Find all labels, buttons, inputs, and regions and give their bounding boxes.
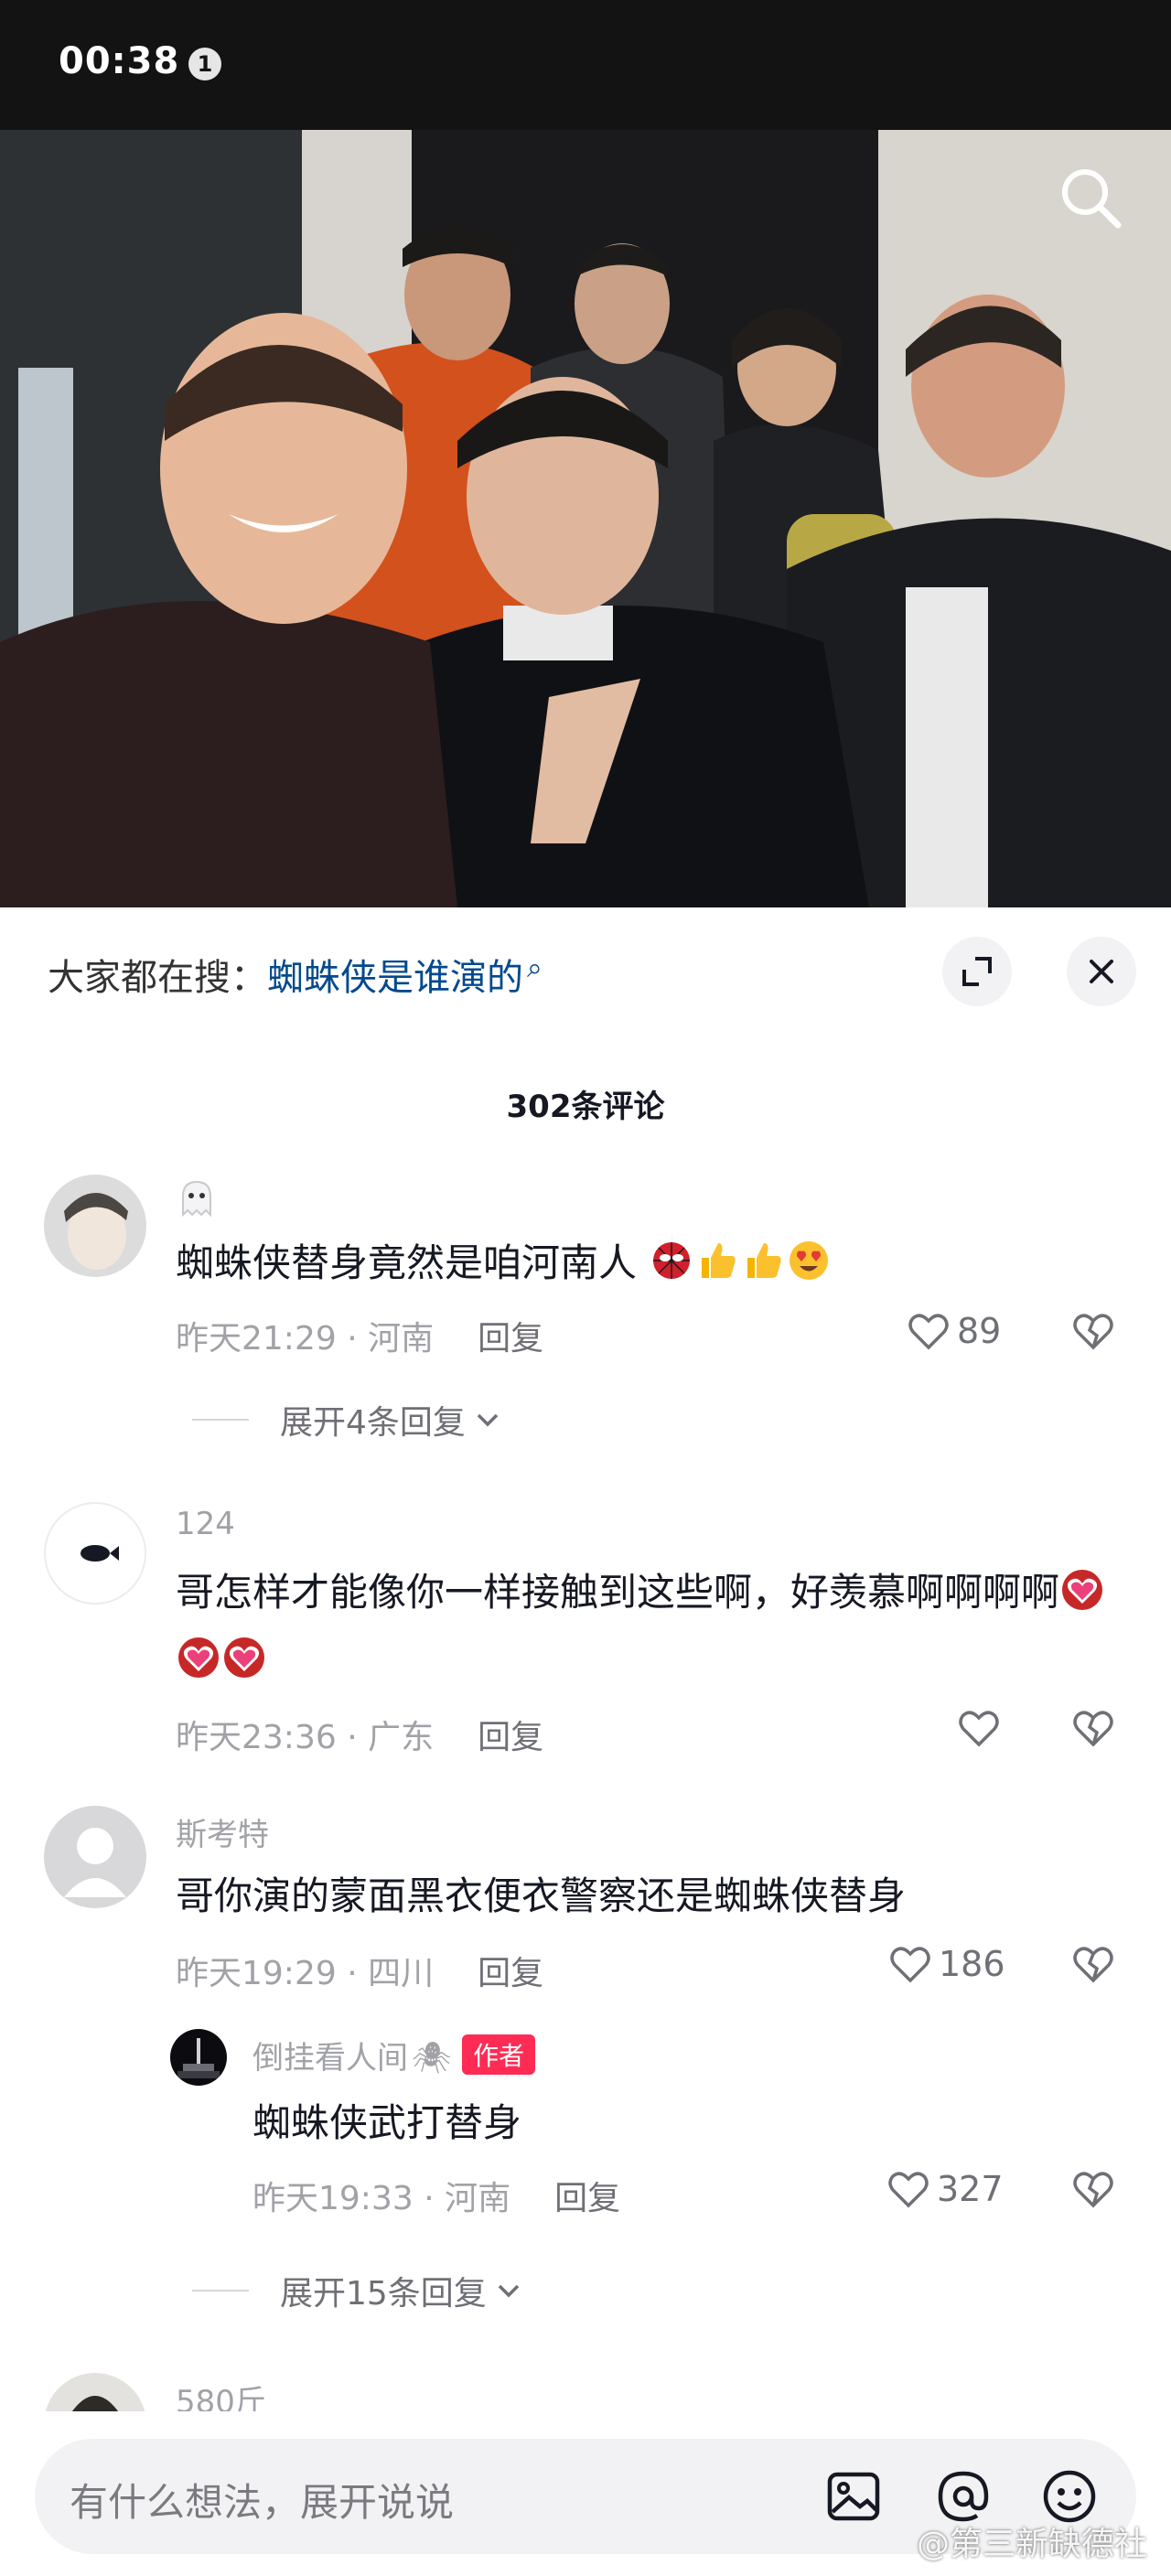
dislike-button[interactable]	[1070, 1308, 1116, 1358]
dislike-button[interactable]	[1070, 1941, 1116, 1991]
heart-emoji	[176, 1634, 221, 1680]
comment-ghost-icon	[176, 1178, 218, 1229]
reply-username[interactable]: 倒挂看人间	[252, 2040, 408, 2077]
like-button[interactable]: 327	[886, 2166, 1004, 2212]
hot-search-query[interactable]: 蜘蛛侠是谁演的	[267, 957, 523, 999]
comment-meta: 昨天21:29 · 河南 回复	[176, 1312, 543, 1359]
thumbs-up-emoji	[694, 1237, 740, 1283]
comment-time-location: 昨天21:29 · 河南	[176, 1320, 435, 1358]
heart-icon	[908, 1314, 949, 1350]
reply-username-row: 倒挂看人间 🕷 作者	[252, 2033, 536, 2077]
comment-text: 哥怎样才能像你一样接触到这些啊，好羡慕啊啊啊啊	[176, 1559, 1118, 1694]
hot-search-label: 大家都在搜：	[48, 957, 267, 999]
close-icon	[1090, 960, 1113, 983]
search-icon[interactable]	[1054, 161, 1127, 234]
comment-time-location: 昨天19:29 · 四川	[176, 1955, 435, 1992]
comment-meta: 昨天23:36 · 广东 回复	[176, 1711, 543, 1758]
comment-text: 哥你演的蒙面黑衣便衣警察还是蜘蛛侠替身	[176, 1873, 907, 1918]
status-bar: 00:38 1	[0, 0, 1171, 130]
reply-text: 蜘蛛侠武打替身	[252, 2100, 522, 2145]
heart-eyes-emoji	[786, 1237, 832, 1283]
like-button[interactable]: 89	[906, 1308, 1001, 1354]
broken-heart-icon	[1073, 2172, 1113, 2208]
spider-icon: 🕷	[412, 2040, 452, 2077]
close-button[interactable]	[1067, 937, 1136, 1006]
heart-emoji	[1059, 1566, 1105, 1612]
like-count: 89	[957, 1311, 1002, 1351]
video-photo[interactable]	[0, 130, 1171, 907]
notification-badge: 1	[188, 48, 221, 80]
like-button[interactable]	[956, 1705, 1007, 1751]
avatar[interactable]	[44, 1806, 146, 1908]
broken-heart-icon	[1073, 1711, 1113, 1747]
comment-input-placeholder: 有什么想法，展开说说	[70, 2480, 455, 2525]
hot-search[interactable]: 大家都在搜：蜘蛛侠是谁演的 ⌕	[48, 948, 543, 1001]
heart-icon	[959, 1711, 999, 1747]
dislike-button[interactable]	[1070, 2166, 1116, 2216]
comment-username[interactable]: 斯考特	[176, 1809, 269, 1854]
chevron-down-icon	[498, 2284, 520, 2298]
comment-count: 302条评论	[506, 1089, 665, 1125]
dislike-button[interactable]	[1070, 1705, 1116, 1755]
broken-heart-icon	[1073, 1314, 1113, 1350]
like-count: 186	[939, 1944, 1005, 1984]
expand-replies-label: 展开15条回复	[280, 2275, 487, 2313]
reply-button[interactable]: 回复	[478, 1320, 543, 1358]
broken-heart-icon	[1073, 1947, 1113, 1983]
comment-text: 蜘蛛侠替身竟然是咱河南人	[176, 1229, 1090, 1297]
comment-meta: 昨天19:29 · 四川 回复	[176, 1947, 543, 1994]
expand-replies-button[interactable]: 展开4条回复	[192, 1396, 504, 1444]
expand-button[interactable]	[942, 937, 1012, 1006]
comment-username[interactable]: 124	[176, 1506, 235, 1542]
thumbs-up-emoji	[740, 1237, 786, 1283]
spider-emoji	[649, 1237, 694, 1283]
reply-time-location: 昨天19:33 · 河南	[252, 2180, 511, 2217]
avatar[interactable]	[170, 2029, 227, 2086]
comment-time-location: 昨天23:36 · 广东	[176, 1719, 435, 1756]
like-button[interactable]: 186	[887, 1941, 1005, 1987]
heart-emoji	[221, 1634, 267, 1680]
watermark: @第三新缺德社	[916, 2526, 1147, 2563]
image-icon[interactable]	[822, 2464, 886, 2528]
heart-icon	[888, 2172, 929, 2208]
comments-sheet: 大家都在搜：蜘蛛侠是谁演的 ⌕ 302条评论 蜘蛛侠替身竟然是咱河南人 昨天21:…	[0, 911, 1171, 2576]
group-photo-image	[0, 130, 1171, 907]
like-count: 327	[937, 2169, 1004, 2209]
author-badge: 作者	[462, 2034, 536, 2075]
heart-icon	[890, 1947, 930, 1983]
avatar[interactable]	[44, 1175, 146, 1277]
status-time: 00:38	[59, 40, 180, 82]
search-small-icon: ⌕	[527, 951, 543, 984]
reply-button[interactable]: 回复	[478, 1719, 543, 1756]
reply-button[interactable]: 回复	[554, 2180, 620, 2217]
avatar[interactable]	[44, 1502, 146, 1605]
reply-meta: 昨天19:33 · 河南 回复	[252, 2172, 620, 2219]
chevron-down-icon	[477, 1413, 499, 1427]
reply-button[interactable]: 回复	[478, 1955, 543, 1992]
expand-icon	[962, 957, 992, 986]
expand-replies-button[interactable]: 展开15条回复	[192, 2267, 525, 2314]
expand-replies-label: 展开4条回复	[280, 1404, 466, 1442]
